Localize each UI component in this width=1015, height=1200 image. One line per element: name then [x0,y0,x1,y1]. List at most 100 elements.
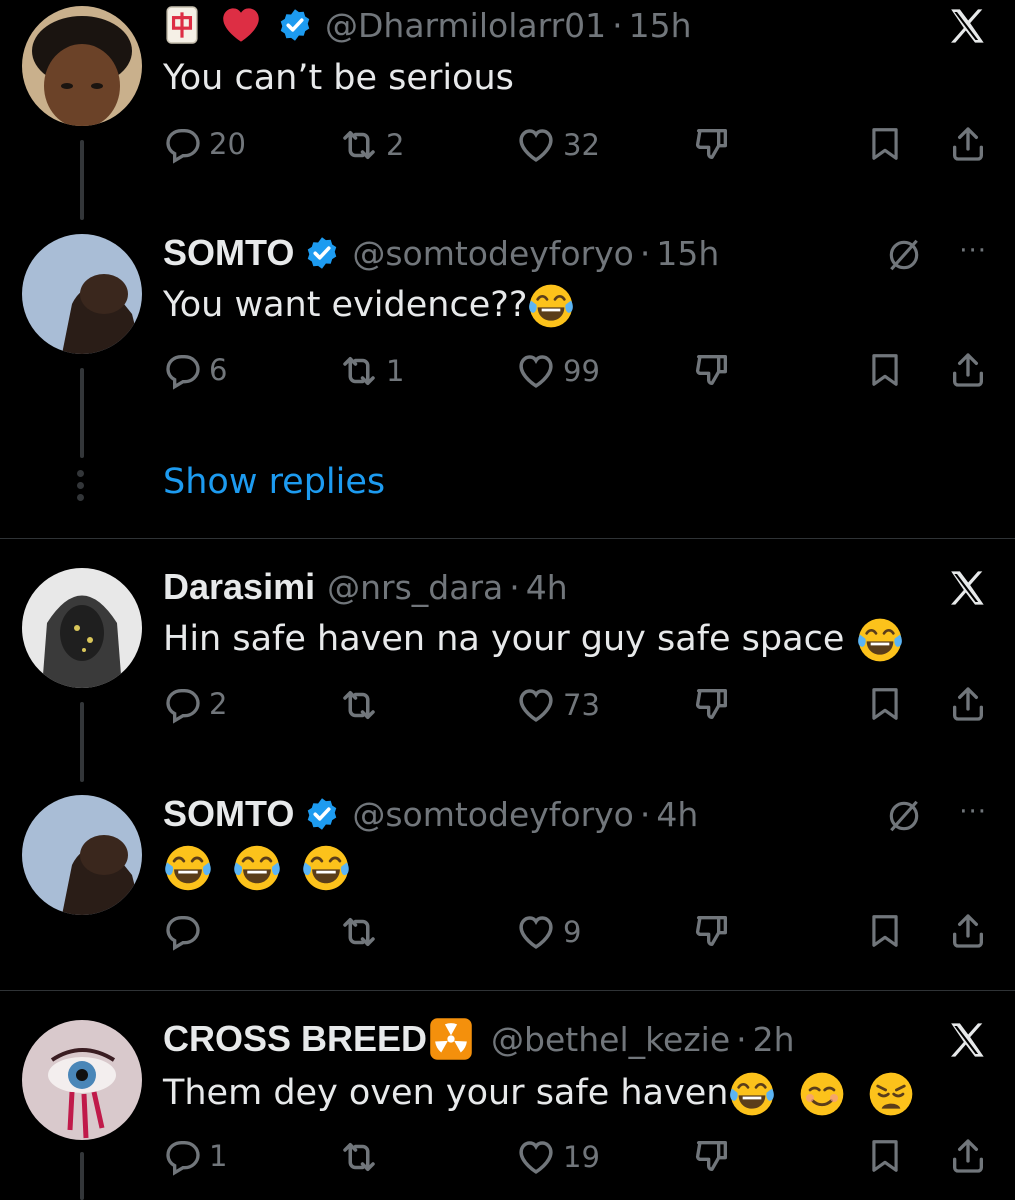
tweet-handle[interactable]: @somtodeyforyo [352,795,634,834]
divider [0,990,1015,991]
laughing-emoji-icon [728,1070,776,1118]
repost-button[interactable] [338,684,380,726]
bookmark-button[interactable] [866,911,904,951]
tweet-time[interactable]: 15h [656,234,719,273]
repost-button[interactable]: 1 [338,350,404,392]
dislike-icon [692,1136,732,1176]
repost-icon [338,124,380,166]
mute-icon[interactable] [885,236,923,274]
avatar[interactable] [22,6,142,126]
share-icon [948,124,988,164]
bookmark-button[interactable] [866,1136,904,1176]
tweet-text: You can’t be serious [163,58,514,98]
like-button[interactable]: 32 [515,124,600,166]
radioactive-emoji-icon [429,1017,473,1061]
like-button[interactable]: 99 [515,350,600,392]
repost-icon [338,684,380,726]
laughing-emoji-icon [856,616,904,664]
share-button[interactable] [948,684,988,724]
avatar[interactable] [22,1020,142,1140]
reply-icon [163,350,203,390]
tweet-time[interactable]: 4h [656,795,698,834]
weary-face-emoji-icon [867,1070,915,1118]
dislike-button[interactable] [692,350,732,390]
display-name[interactable]: Darasimi [163,566,315,608]
thread-more-dots-icon [77,470,87,506]
reply-count: 2 [209,687,228,721]
repost-button[interactable] [338,911,380,953]
dislike-button[interactable] [692,1136,732,1176]
dislike-button[interactable] [692,124,732,164]
mahjong-tile-icon [163,6,201,44]
reply-count: 1 [209,1139,228,1173]
tweet-1[interactable]: @Dharmilolarr01 · 15h You can’t be serio… [0,0,1015,230]
mute-icon[interactable] [885,797,923,835]
share-button[interactable] [948,124,988,164]
tweet-4[interactable]: SOMTO @somtodeyforyo · 4h ··· 9 [0,787,1015,987]
display-name[interactable]: CROSS BREED [163,1018,427,1060]
tweet-handle[interactable]: @bethel_kezie [491,1020,730,1059]
repost-count: 1 [386,354,405,388]
bookmark-button[interactable] [866,684,904,724]
separator: · [639,233,651,273]
tweet-2[interactable]: SOMTO @somtodeyforyo · 15h ··· You want … [0,226,1015,458]
tweet-handle[interactable]: @Dharmilolarr01 [325,6,606,45]
tweet-time[interactable]: 2h [753,1020,795,1059]
reply-button[interactable] [163,911,203,951]
dislike-icon [692,124,732,164]
like-button[interactable]: 73 [515,684,600,726]
avatar[interactable] [22,568,142,688]
reply-button[interactable]: 20 [163,124,246,164]
bookmark-icon [866,684,904,724]
like-count: 99 [563,354,600,388]
like-icon [515,1136,557,1178]
divider [0,538,1015,539]
reply-button[interactable]: 1 [163,1136,227,1176]
reply-button[interactable]: 2 [163,684,227,724]
share-button[interactable] [948,911,988,951]
tweet-3[interactable]: Darasimi @nrs_dara · 4h Hin safe haven n… [0,560,1015,790]
like-icon [515,124,557,166]
tweet-handle[interactable]: @somtodeyforyo [352,234,634,273]
avatar[interactable] [22,234,142,354]
repost-button[interactable] [338,1136,380,1178]
more-options-button[interactable]: ··· [959,236,987,266]
display-name[interactable]: SOMTO [163,232,294,274]
like-button[interactable]: 9 [515,911,581,953]
dislike-button[interactable] [692,911,732,951]
display-name[interactable]: SOMTO [163,793,294,835]
like-button[interactable]: 19 [515,1136,600,1178]
share-icon [948,684,988,724]
show-replies-link[interactable]: Show replies [163,462,385,502]
avatar[interactable] [22,795,142,915]
repost-count: 2 [386,128,405,162]
like-count: 32 [563,128,600,162]
more-options-button[interactable]: ··· [959,797,987,827]
tweet-handle[interactable]: @nrs_dara [327,568,503,607]
share-icon [948,1136,988,1176]
tweet-5[interactable]: CROSS BREED @bethel_kezie · 2h Them dey … [0,1012,1015,1200]
dislike-button[interactable] [692,684,732,724]
tweet-time[interactable]: 15h [629,6,692,45]
tweet-text [163,843,351,893]
repost-button[interactable]: 2 [338,124,404,166]
verified-badge-icon [304,235,340,271]
share-button[interactable] [948,350,988,390]
x-logo-icon [947,6,987,46]
tweet-time[interactable]: 4h [526,568,568,607]
bookmark-button[interactable] [866,124,904,164]
bookmark-icon [866,1136,904,1176]
dislike-icon [692,911,732,951]
reply-count: 6 [209,353,228,387]
laughing-emoji-icon [301,843,351,893]
laughing-emoji-icon [232,843,282,893]
share-button[interactable] [948,1136,988,1176]
bookmark-icon [866,911,904,951]
verified-badge-icon [277,7,313,43]
like-icon [515,684,557,726]
bookmark-button[interactable] [866,350,904,390]
share-icon [948,350,988,390]
reply-count: 20 [209,127,246,161]
reply-button[interactable]: 6 [163,350,227,390]
tweet-text-content: Them dey oven your safe haven [163,1073,729,1113]
